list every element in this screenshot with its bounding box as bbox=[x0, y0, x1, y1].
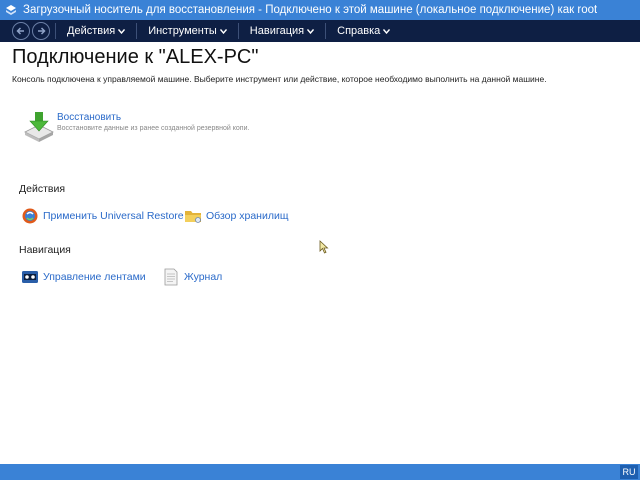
restore-description: Восстановите данные из ранее созданной р… bbox=[57, 125, 250, 132]
menu-navigation[interactable]: Навигация bbox=[244, 20, 320, 42]
universal-restore-link[interactable]: Применить Universal Restore bbox=[43, 210, 184, 222]
restore-link[interactable]: Восстановить bbox=[57, 112, 249, 123]
page-description: Консоль подключена к управляемой машине.… bbox=[12, 74, 547, 84]
menu-separator bbox=[136, 23, 138, 39]
tape-management-action[interactable]: Управление лентами bbox=[21, 268, 146, 286]
menu-separator bbox=[325, 23, 327, 39]
document-icon bbox=[162, 268, 180, 286]
back-button[interactable] bbox=[12, 22, 30, 40]
menu-separator bbox=[55, 23, 56, 39]
menu-separator bbox=[237, 23, 239, 39]
mouse-cursor-icon bbox=[319, 240, 329, 254]
app-icon bbox=[5, 4, 17, 16]
forward-button[interactable] bbox=[32, 22, 50, 40]
chevron-down-icon bbox=[118, 28, 126, 34]
taskbar bbox=[0, 464, 640, 480]
language-indicator[interactable]: RU bbox=[620, 465, 638, 479]
page-title: Подключение к "ALEX-PC" bbox=[12, 46, 259, 68]
browse-vaults-action[interactable]: Обзор хранилищ bbox=[184, 207, 288, 225]
log-action[interactable]: Журнал bbox=[162, 268, 222, 286]
back-arrow-icon bbox=[16, 27, 24, 35]
title-bar: Загрузочный носитель для восстановления … bbox=[0, 0, 640, 20]
restore-action[interactable]: Восстановить Восстановите данные из ране… bbox=[22, 110, 249, 142]
universal-restore-action[interactable]: Применить Universal Restore bbox=[21, 207, 184, 225]
restore-icon bbox=[24, 112, 54, 142]
chevron-down-icon bbox=[383, 28, 391, 34]
chevron-down-icon bbox=[219, 28, 227, 34]
menu-help[interactable]: Справка bbox=[331, 20, 396, 42]
menu-actions[interactable]: Действия bbox=[61, 20, 131, 42]
browse-vaults-link[interactable]: Обзор хранилищ bbox=[206, 210, 288, 222]
forward-arrow-icon bbox=[38, 27, 46, 35]
navigation-heading: Навигация bbox=[19, 244, 71, 256]
window-title: Загрузочный носитель для восстановления … bbox=[23, 4, 598, 16]
tape-icon bbox=[21, 268, 39, 286]
chevron-down-icon bbox=[307, 28, 315, 34]
menu-bar: Действия Инструменты Навигация Справка bbox=[0, 20, 640, 42]
tape-management-link[interactable]: Управление лентами bbox=[43, 271, 146, 283]
folder-icon bbox=[184, 207, 202, 225]
universal-restore-icon bbox=[21, 207, 39, 225]
actions-heading: Действия bbox=[19, 183, 66, 195]
menu-tools[interactable]: Инструменты bbox=[142, 20, 233, 42]
log-link[interactable]: Журнал bbox=[184, 271, 222, 283]
